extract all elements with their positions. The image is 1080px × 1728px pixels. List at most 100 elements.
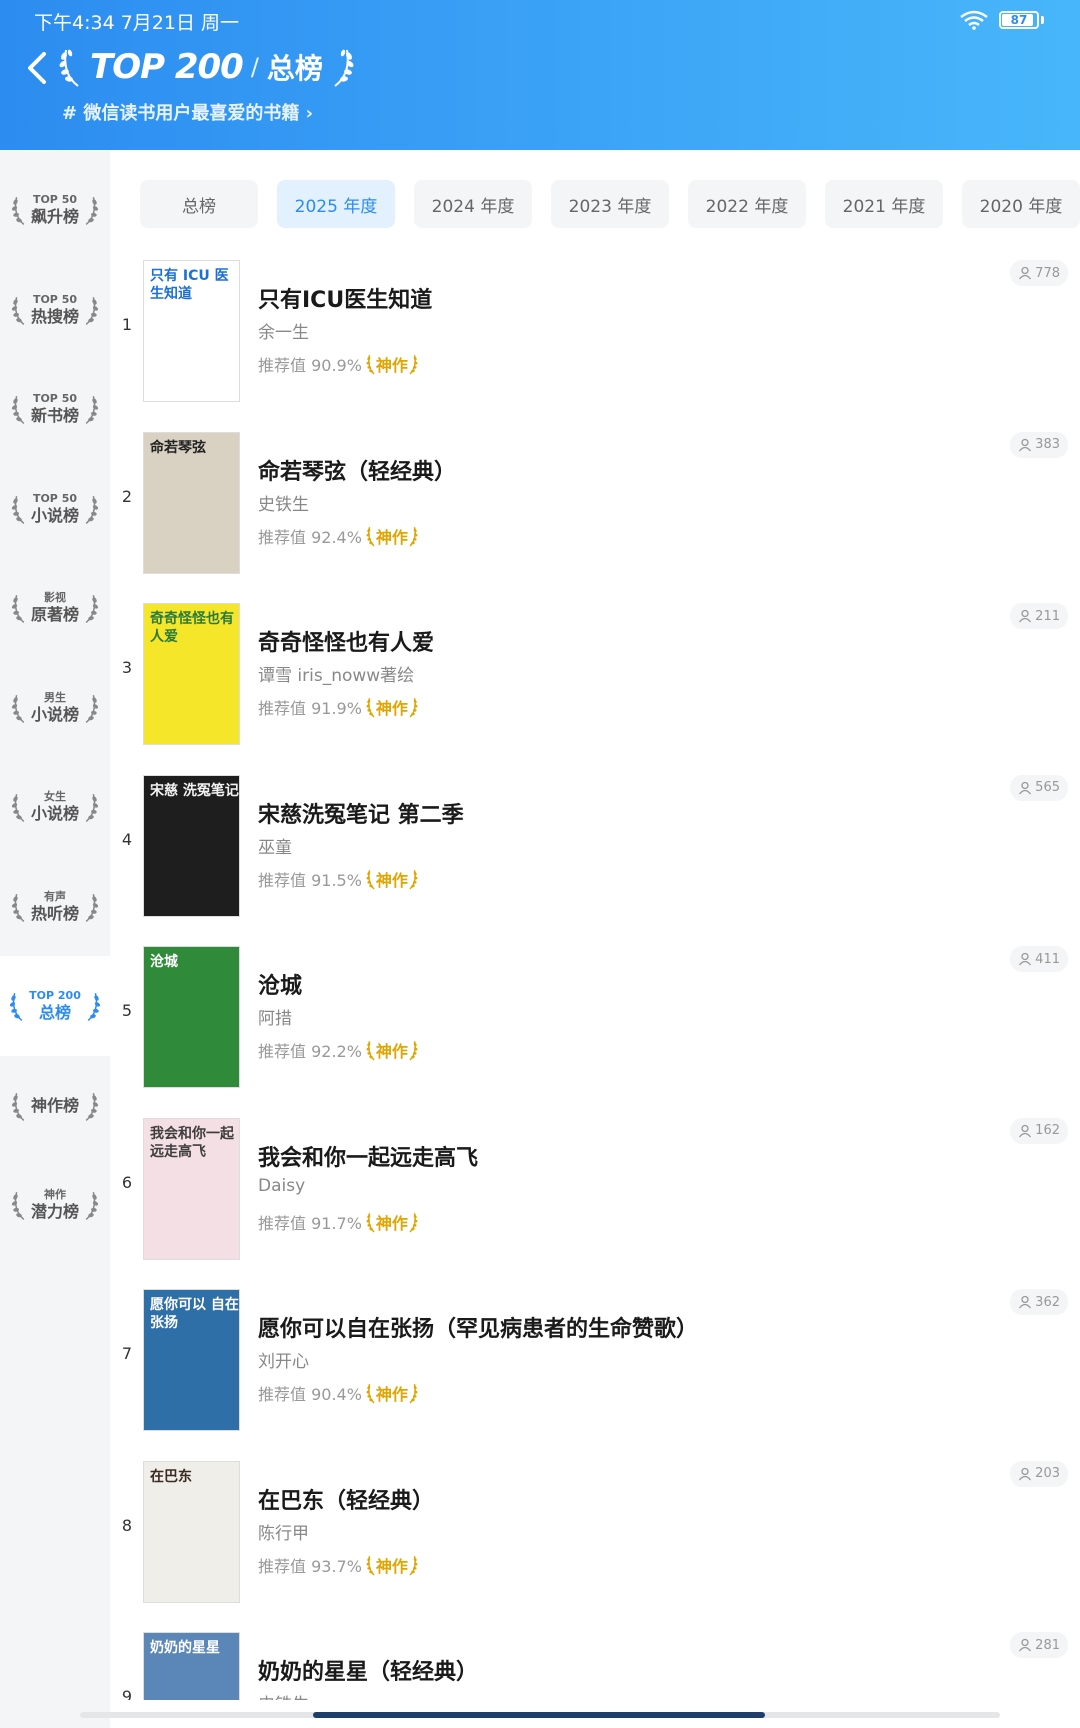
sidebar-item-0[interactable]: TOP 50 飙升榜 bbox=[0, 160, 110, 260]
book-author[interactable]: 巫童 bbox=[258, 833, 292, 858]
book-title[interactable]: 愿你可以自在张扬（罕见病患者的生命赞歌） bbox=[258, 1311, 698, 1343]
book-title[interactable]: 在巴东（轻经典） bbox=[258, 1483, 434, 1515]
cover-image: 命若琴弦 bbox=[144, 432, 239, 573]
rank-number: 6 bbox=[121, 1172, 133, 1192]
laurel-left-icon bbox=[11, 1192, 25, 1220]
sidebar-item-9[interactable]: 神作榜 bbox=[0, 1056, 110, 1156]
book-cover[interactable]: 在巴东 bbox=[143, 1460, 240, 1603]
laurel-right-icon bbox=[85, 1192, 99, 1220]
cover-title: 我会和你一起 远走高飞 bbox=[150, 1125, 234, 1160]
book-row[interactable]: 2 命若琴弦 命若琴弦（轻经典） 史铁生 推荐值 92.4% 神作 383 bbox=[110, 422, 1080, 594]
book-cover[interactable]: 沧城 bbox=[143, 946, 240, 1088]
sidebar-item-3[interactable]: TOP 50 小说榜 bbox=[0, 459, 110, 559]
laurel-right-icon bbox=[409, 355, 418, 375]
sidebar-item-1[interactable]: TOP 50 热搜榜 bbox=[0, 260, 110, 360]
book-author[interactable]: 谭雪 iris_noww著绘 bbox=[258, 661, 414, 686]
book-title[interactable]: 奶奶的星星（轻经典） bbox=[258, 1654, 478, 1686]
book-row[interactable]: 1 只有 ICU 医生知道 只有ICU医生知道 余一生 推荐值 90.9% 神作 bbox=[110, 250, 1080, 422]
cover-title: 愿你可以 自在张扬 bbox=[150, 1297, 239, 1331]
readers-number: 281 bbox=[1035, 1637, 1060, 1653]
laurel-left-icon bbox=[366, 1212, 375, 1232]
title-name: 总榜 bbox=[266, 52, 323, 85]
scrollbar-thumb[interactable] bbox=[313, 1712, 765, 1718]
book-cover[interactable]: 愿你可以 自在张扬 bbox=[143, 1289, 240, 1431]
book-cover[interactable]: 宋慈 洗冤笔记 bbox=[143, 774, 240, 917]
tab-6[interactable]: 2020 年度 bbox=[962, 180, 1080, 228]
tab-3[interactable]: 2023 年度 bbox=[551, 180, 669, 228]
book-cover[interactable]: 奇奇怪怪也有人爱 bbox=[143, 603, 240, 745]
back-button[interactable] bbox=[20, 48, 54, 88]
cover-title: 奇奇怪怪也有人爱 bbox=[150, 611, 234, 645]
readers-number: 203 bbox=[1035, 1466, 1060, 1481]
laurel-right-icon bbox=[409, 526, 418, 546]
status-time: 下午4:34 7月21日 周一 bbox=[34, 12, 240, 34]
sidebar-item-small-label: TOP 50 bbox=[32, 292, 78, 306]
sidebar-item-label: 小说榜 bbox=[30, 505, 79, 525]
book-row[interactable]: 7 愿你可以 自在张扬 愿你可以自在张扬（罕见病患者的生命赞歌） 刘开心 推荐值… bbox=[110, 1279, 1080, 1451]
cover-title: 命若琴弦 bbox=[150, 439, 206, 456]
book-row[interactable]: 6 我会和你一起 远走高飞 我会和你一起远走高飞 Daisy 推荐值 91.7%… bbox=[110, 1108, 1080, 1280]
title-separator: / bbox=[250, 53, 259, 81]
sidebar-item-small-label: 男生 bbox=[43, 690, 66, 704]
recommend-score: 推荐值 91.9% 神作 bbox=[258, 695, 418, 719]
sidebar-item-text: 有声 热听榜 bbox=[31, 890, 79, 924]
shenzuo-badge: 神作 bbox=[366, 1553, 418, 1577]
rank-number: 7 bbox=[121, 1344, 133, 1363]
cover-image: 在巴东 bbox=[144, 1461, 239, 1602]
sidebar-item-6[interactable]: 女生 小说榜 bbox=[0, 757, 110, 857]
book-row[interactable]: 5 沧城 沧城 阿措 推荐值 92.2% 神作 411 bbox=[110, 936, 1080, 1108]
sidebar-item-small-label: 女生 bbox=[43, 790, 66, 803]
book-row[interactable]: 9 奶奶的星星 奶奶的星星（轻经典） 史铁生 281 bbox=[110, 1622, 1080, 1700]
book-row[interactable]: 3 奇奇怪怪也有人爱 奇奇怪怪也有人爱 谭雪 iris_noww著绘 推荐值 9… bbox=[110, 593, 1080, 765]
readers-count: 162 bbox=[1010, 1117, 1068, 1144]
laurel-left-icon bbox=[11, 1092, 25, 1121]
book-title[interactable]: 宋慈洗冤笔记 第二季 bbox=[258, 797, 464, 829]
book-author[interactable]: 阿措 bbox=[258, 1004, 292, 1029]
book-author[interactable]: 余一生 bbox=[258, 318, 309, 343]
horizontal-scrollbar[interactable] bbox=[80, 1712, 1000, 1718]
book-title[interactable]: 奇奇怪怪也有人爱 bbox=[258, 625, 434, 657]
laurel-right-icon bbox=[85, 794, 99, 822]
book-title[interactable]: 命若琴弦（轻经典） bbox=[258, 454, 456, 486]
book-title[interactable]: 我会和你一起远走高飞 bbox=[258, 1140, 478, 1172]
tab-2[interactable]: 2024 年度 bbox=[414, 180, 532, 228]
book-author[interactable]: 刘开心 bbox=[258, 1347, 309, 1372]
book-title[interactable]: 只有ICU医生知道 bbox=[258, 282, 432, 314]
book-row[interactable]: 8 在巴东 在巴东（轻经典） 陈行甲 推荐值 93.7% 神作 203 bbox=[110, 1451, 1080, 1623]
tab-0[interactable]: 总榜 bbox=[140, 180, 258, 228]
book-row[interactable]: 4 宋慈 洗冤笔记 宋慈洗冤笔记 第二季 巫童 推荐值 91.5% 神作 565 bbox=[110, 765, 1080, 937]
laurel-left-icon bbox=[366, 1555, 375, 1575]
sidebar-item-4[interactable]: 影视 原著榜 bbox=[0, 558, 110, 658]
sidebar-item-2[interactable]: TOP 50 新书榜 bbox=[0, 359, 110, 459]
sidebar-item-8[interactable]: TOP 200 总榜 bbox=[0, 956, 110, 1056]
recommend-score: 推荐值 90.4% 神作 bbox=[258, 1381, 418, 1405]
book-cover[interactable]: 命若琴弦 bbox=[143, 431, 240, 574]
book-cover[interactable]: 只有 ICU 医生知道 bbox=[143, 260, 240, 402]
laurel-left-icon bbox=[11, 197, 25, 225]
tab-4[interactable]: 2022 年度 bbox=[688, 180, 806, 228]
user-icon bbox=[1019, 1124, 1032, 1137]
sidebar-item-small-label: TOP 50 bbox=[32, 392, 78, 405]
book-cover[interactable]: 我会和你一起 远走高飞 bbox=[143, 1117, 240, 1260]
book-author[interactable]: 史铁生 bbox=[258, 1690, 309, 1700]
score-text: 推荐值 90.4% bbox=[258, 1385, 362, 1404]
tab-5[interactable]: 2021 年度 bbox=[825, 180, 943, 228]
battery-icon: 87 bbox=[999, 11, 1039, 29]
book-author[interactable]: Daisy bbox=[258, 1176, 305, 1196]
sidebar-item-5[interactable]: 男生 小说榜 bbox=[0, 658, 110, 758]
tab-1[interactable]: 2025 年度 bbox=[277, 180, 395, 228]
book-title[interactable]: 沧城 bbox=[258, 968, 302, 1000]
sidebar-item-label: 小说榜 bbox=[30, 704, 79, 724]
book-cover[interactable]: 奶奶的星星 bbox=[143, 1632, 240, 1700]
battery-tip bbox=[1041, 16, 1044, 24]
book-author[interactable]: 史铁生 bbox=[258, 490, 309, 515]
sidebar-item-10[interactable]: 神作 潜力榜 bbox=[0, 1155, 110, 1255]
subtitle-link[interactable]: # 微信读书用户最喜爱的书籍 › bbox=[62, 99, 313, 125]
sidebar-item-label: 热听榜 bbox=[30, 903, 79, 923]
recommend-score: 推荐值 92.4% 神作 bbox=[258, 524, 418, 548]
badge-label: 神作 bbox=[375, 699, 408, 718]
readers-count: 411 bbox=[1010, 946, 1068, 972]
book-author[interactable]: 陈行甲 bbox=[258, 1519, 309, 1544]
sidebar-item-7[interactable]: 有声 热听榜 bbox=[0, 857, 110, 957]
rank-number: 9 bbox=[121, 1687, 133, 1700]
